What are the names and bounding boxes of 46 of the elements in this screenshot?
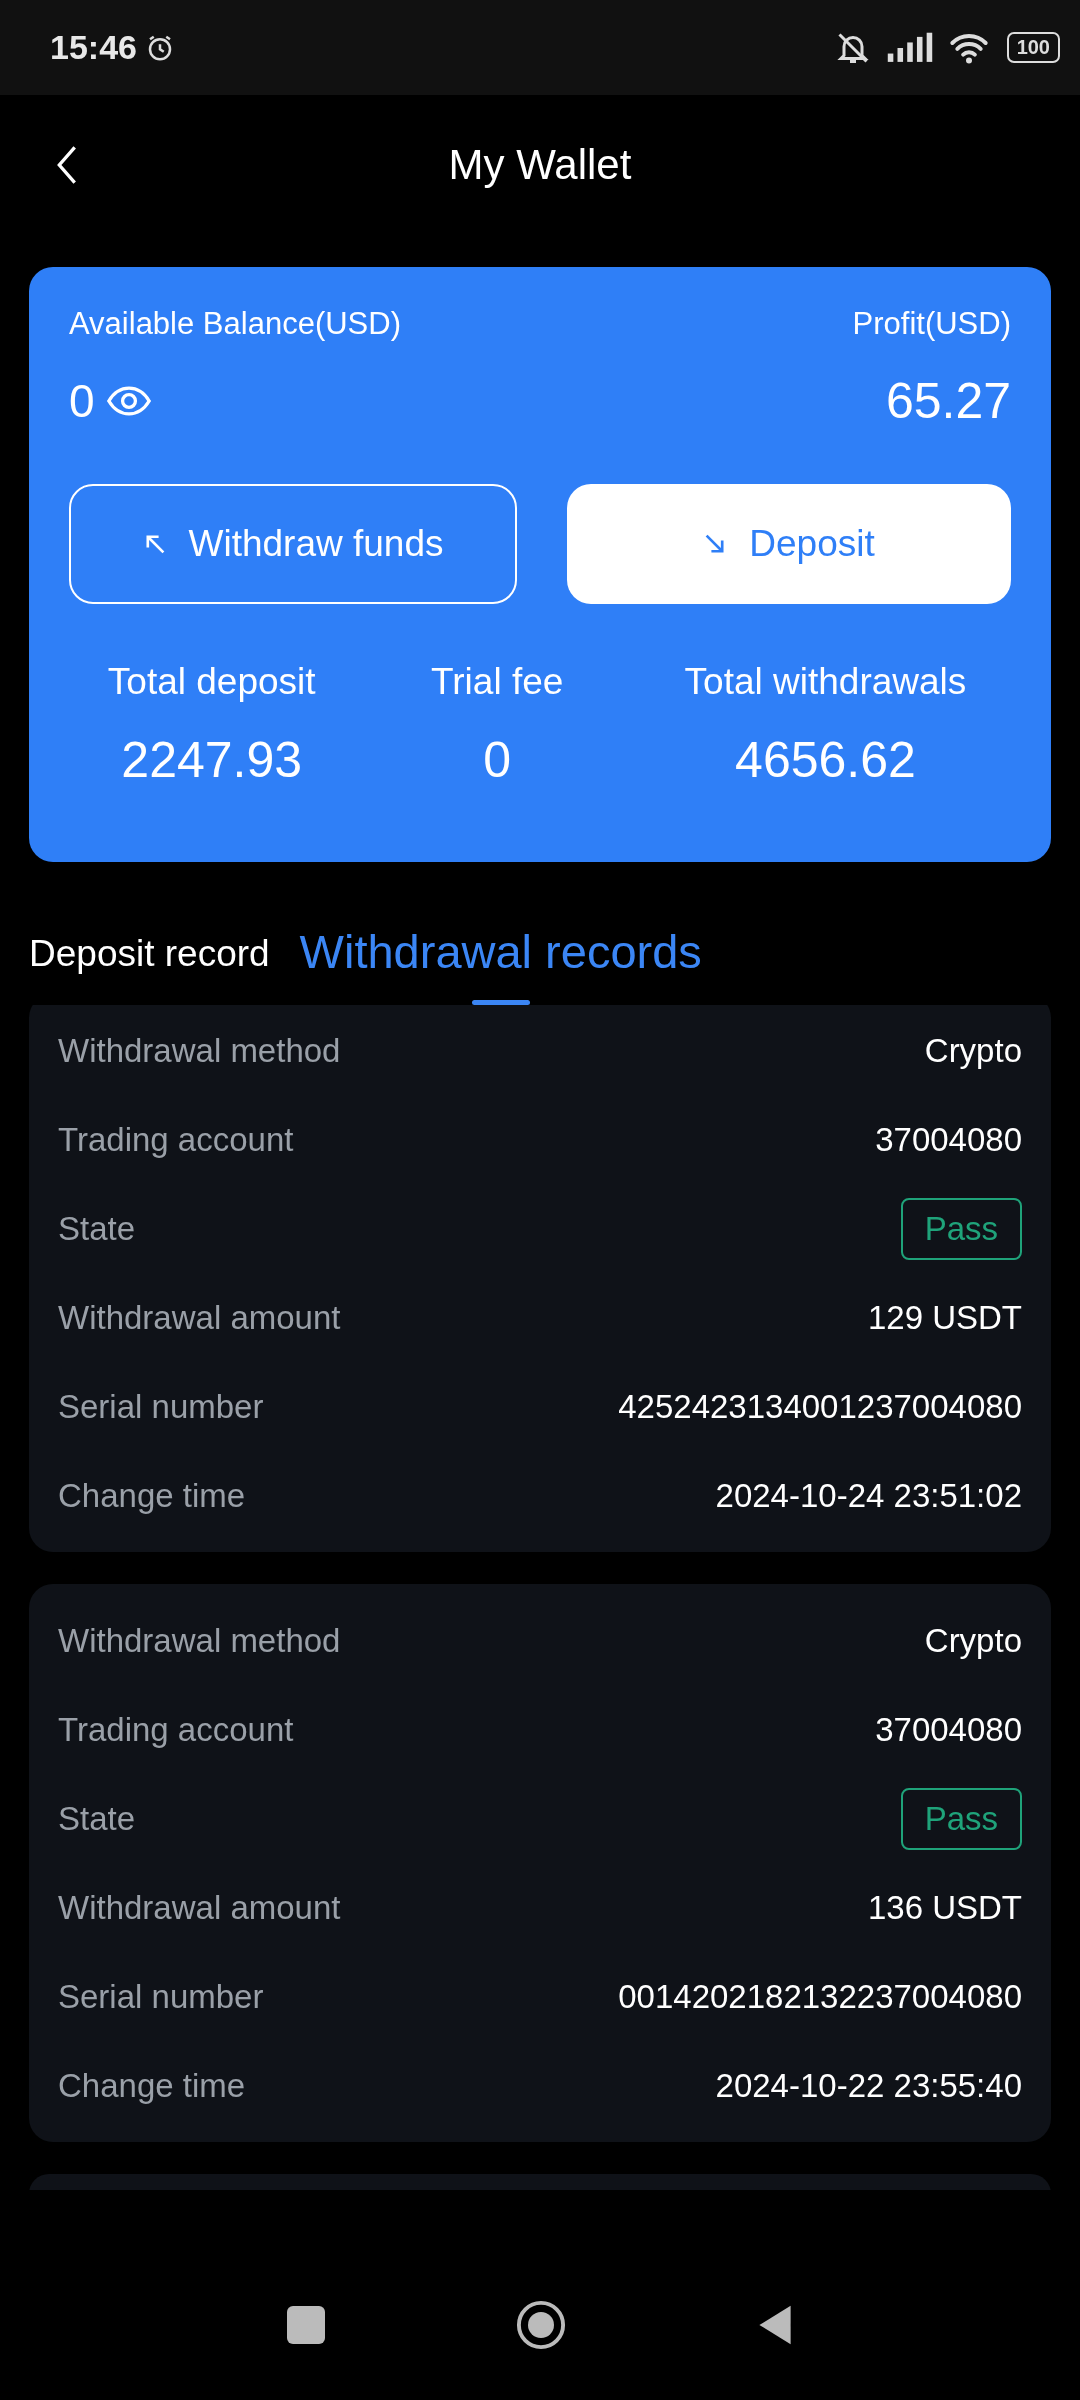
balance-label: Available Balance(USD)	[69, 306, 401, 342]
stat-label: Trial fee	[431, 661, 564, 703]
field-value: Crypto	[924, 1621, 1022, 1660]
field-value: 37004080	[875, 1710, 1022, 1749]
field-label: Withdrawal amount	[58, 1298, 341, 1337]
stat-label: Total deposit	[107, 661, 316, 703]
stat-label: Total withdrawals	[684, 661, 967, 703]
battery-level: 100	[1006, 32, 1060, 63]
eye-icon[interactable]	[106, 386, 151, 416]
profit-value: 65.27	[885, 372, 1011, 430]
field-value: 0014202182132237004080	[618, 1977, 1022, 2016]
tab[interactable]: Deposit record	[29, 933, 270, 1005]
field-value: 4252423134001237004080	[618, 1387, 1022, 1426]
stat-value: 2247.93	[121, 731, 303, 789]
field-label: Withdrawal amount	[58, 1888, 341, 1927]
status-badge: Pass	[900, 1787, 1022, 1850]
back-nav-icon[interactable]	[757, 2303, 793, 2347]
status-badge: Pass	[900, 1197, 1022, 1260]
field-label: State	[58, 1799, 136, 1838]
recents-icon[interactable]	[287, 2306, 325, 2344]
field-label: Withdrawal method	[58, 1621, 341, 1660]
field-label: Trading account	[58, 1120, 294, 1159]
field-label: State	[58, 1209, 136, 1248]
stat-value: 0	[483, 731, 512, 789]
field-label: Withdrawal method	[58, 1031, 341, 1070]
balance-value: 0	[69, 374, 95, 428]
home-icon[interactable]	[515, 2299, 567, 2351]
field-label: Change time	[58, 2066, 246, 2105]
action-button[interactable]: Withdraw funds	[69, 484, 517, 604]
profit-label: Profit(USD)	[852, 306, 1011, 342]
field-label: Serial number	[58, 1977, 264, 2016]
field-label: Change time	[58, 1476, 246, 1515]
field-value: 37004080	[875, 1120, 1022, 1159]
field-value: Crypto	[924, 1031, 1022, 1070]
action-button[interactable]: Deposit	[567, 484, 1011, 604]
field-value: 2024-10-24 23:51:02	[715, 1476, 1022, 1515]
field-label: Trading account	[58, 1710, 294, 1749]
field-label: Serial number	[58, 1387, 264, 1426]
field-value: 136 USDT	[867, 1888, 1022, 1927]
back-icon[interactable]	[56, 145, 78, 185]
tab[interactable]: Withdrawal records	[299, 924, 702, 1005]
field-value: 2024-10-22 23:55:40	[715, 2066, 1022, 2105]
field-value: 129 USDT	[867, 1298, 1022, 1337]
status-time: 15:46	[50, 28, 137, 67]
stat-value: 4656.62	[735, 731, 916, 789]
page-title: My Wallet	[448, 141, 632, 189]
